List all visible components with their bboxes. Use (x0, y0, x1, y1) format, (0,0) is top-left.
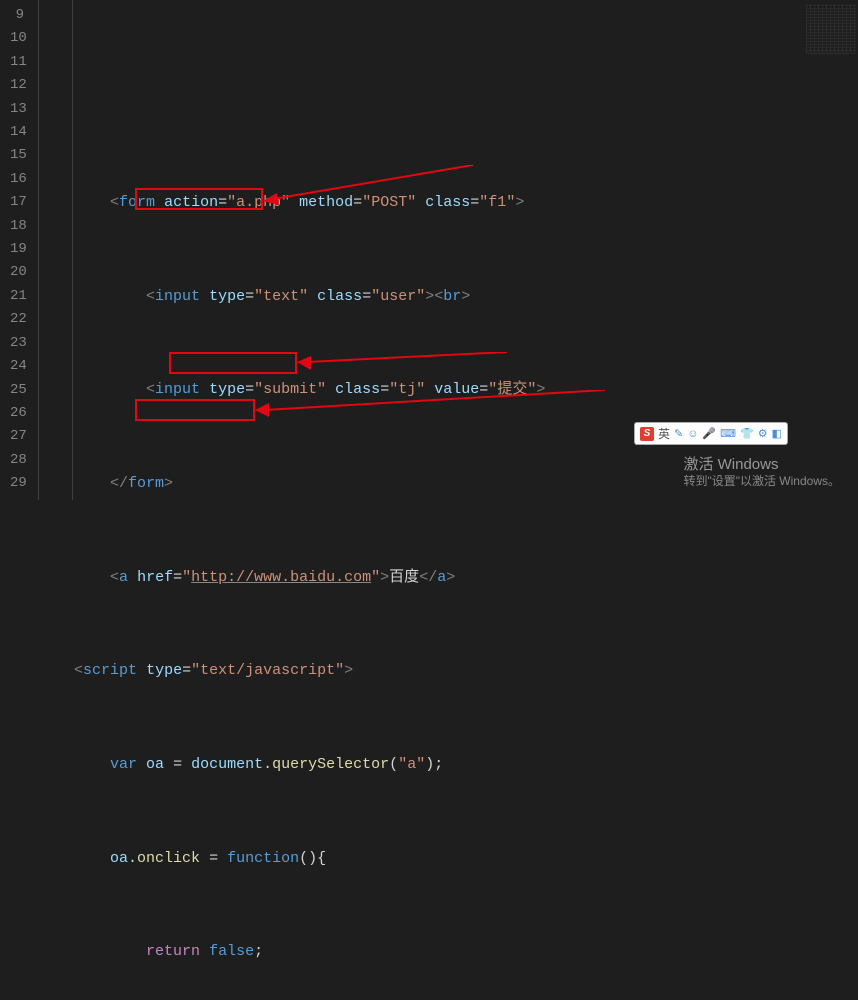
line-number: 26 (10, 402, 24, 425)
line-number: 23 (10, 332, 24, 355)
line-number: 28 (10, 449, 24, 472)
ime-settings-icon[interactable]: ⚙ (758, 427, 768, 440)
code-line: <form action="a.php" method="POST" class… (38, 191, 858, 214)
line-number: 10 (10, 27, 24, 50)
line-number: 25 (10, 379, 24, 402)
highlight-box (169, 352, 297, 374)
line-number: 17 (10, 191, 24, 214)
ime-skin-icon[interactable]: 👕 (740, 427, 754, 440)
line-number: 24 (10, 355, 24, 378)
ime-lang-indicator[interactable]: 英 (658, 425, 670, 442)
ime-toolbox-icon[interactable]: ◧ (772, 427, 782, 440)
line-number: 27 (10, 425, 24, 448)
line-number: 15 (10, 144, 24, 167)
code-line: return false; (38, 940, 858, 963)
ime-toolbar[interactable]: S 英 ✎ ☺ 🎤 ⌨ 👕 ⚙ ◧ (634, 422, 788, 445)
code-line: <script type="text/javascript"> (38, 659, 858, 682)
line-number: 13 (10, 98, 24, 121)
line-number: 21 (10, 285, 24, 308)
ime-keyboard-icon[interactable]: ⌨ (720, 427, 736, 440)
code-line: <input type="submit" class="tj" value="提… (38, 378, 858, 401)
line-number: 11 (10, 51, 24, 74)
ime-pen-icon[interactable]: ✎ (674, 427, 683, 440)
line-number: 29 (10, 472, 24, 495)
minimap[interactable] (806, 4, 856, 54)
line-number: 20 (10, 261, 24, 284)
line-number: 22 (10, 308, 24, 331)
ime-logo-icon: S (640, 427, 654, 441)
line-number: 12 (10, 74, 24, 97)
line-number: 19 (10, 238, 24, 261)
line-number: 18 (10, 215, 24, 238)
code-line: var oa = document.querySelector("a"); (38, 753, 858, 776)
code-line: <a href="http://www.baidu.com">百度</a> (38, 566, 858, 589)
form-action: a.php (236, 194, 281, 211)
code-line: <input type="text" class="user"><br> (38, 285, 858, 308)
line-number-gutter: 9101112131415161718192021222324252627282… (0, 0, 38, 500)
ime-mic-icon[interactable]: 🎤 (702, 427, 716, 440)
highlight-box (135, 399, 255, 421)
code-line: oa.onclick = function(){ (38, 847, 858, 870)
line-number: 14 (10, 121, 24, 144)
line-number: 9 (10, 4, 24, 27)
ime-emoji-icon[interactable]: ☺ (687, 428, 698, 440)
code-line: </form> (38, 472, 858, 495)
line-number: 16 (10, 168, 24, 191)
